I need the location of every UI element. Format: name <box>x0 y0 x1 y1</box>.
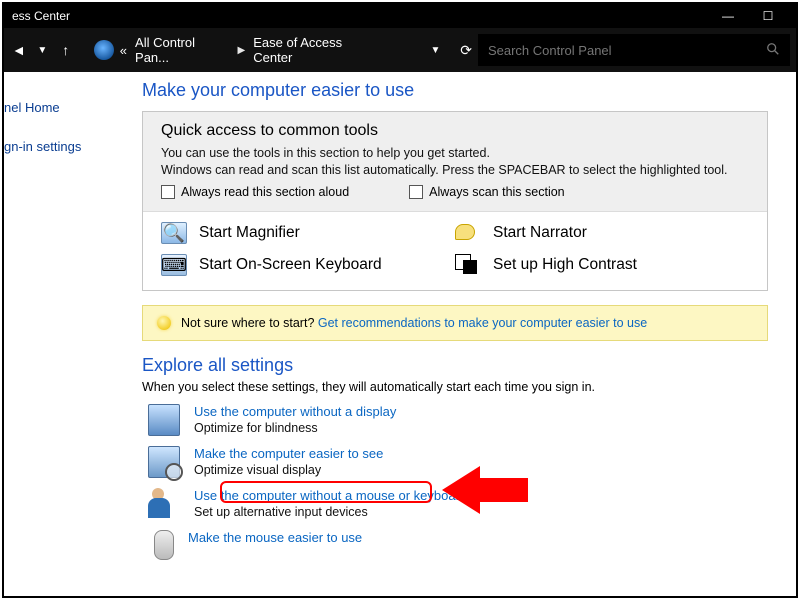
main-content: Make your computer easier to use Quick a… <box>124 72 796 596</box>
checkbox-icon <box>409 185 423 199</box>
search-box[interactable] <box>478 34 790 66</box>
back-button[interactable]: ◄ <box>10 42 28 58</box>
breadcrumb-dropdown-icon[interactable]: ▼ <box>427 45 445 56</box>
quick-access-panel: Quick access to common tools You can use… <box>142 111 768 291</box>
tip-text: Not sure where to start? <box>181 316 318 330</box>
tool-onscreen-keyboard[interactable]: ⌨ Start On-Screen Keyboard <box>161 254 455 276</box>
high-contrast-icon <box>455 254 481 276</box>
keyboard-icon: ⌨ <box>161 254 187 276</box>
monitor-magnify-icon <box>148 446 180 478</box>
tip-bar: Not sure where to start? Get recommendat… <box>142 305 768 341</box>
maximize-button[interactable]: ☐ <box>748 6 788 26</box>
search-input[interactable] <box>488 43 766 58</box>
sidebar-link-signin[interactable]: gn-in settings <box>4 135 124 158</box>
chevron-right-icon: ▶ <box>238 45 246 56</box>
tool-start-narrator[interactable]: Start Narrator <box>455 222 749 244</box>
chevron-down-icon[interactable]: ▼ <box>34 45 52 56</box>
sub-without-display: Optimize for blindness <box>194 421 396 435</box>
refresh-button[interactable]: ⟳ <box>460 42 472 59</box>
option-without-mouse-keyboard: Use the computer without a mouse or keyb… <box>148 488 768 520</box>
option-easier-to-see: Make the computer easier to see Optimize… <box>148 446 768 478</box>
lightbulb-icon <box>157 316 171 330</box>
monitor-icon <box>148 404 180 436</box>
mouse-icon <box>154 530 174 560</box>
breadcrumb-item-2[interactable]: Ease of Access Center <box>253 35 380 65</box>
explore-heading: Explore all settings <box>142 355 768 376</box>
search-icon <box>766 42 780 59</box>
sub-easier-to-see: Optimize visual display <box>194 463 383 477</box>
window-titlebar: ess Center — ☐ <box>4 4 796 28</box>
link-mouse-easier[interactable]: Make the mouse easier to use <box>188 530 362 545</box>
sidebar: nel Home gn-in settings <box>4 72 124 596</box>
link-without-mouse-keyboard[interactable]: Use the computer without a mouse or keyb… <box>194 488 467 503</box>
breadcrumb-item-1[interactable]: All Control Pan... <box>135 35 230 65</box>
checkbox-scan-section[interactable]: Always scan this section <box>409 185 564 199</box>
checkbox-read-aloud[interactable]: Always read this section aloud <box>161 185 349 199</box>
magnifier-icon: 🔍 <box>161 222 187 244</box>
quick-access-line2: Windows can read and scan this list auto… <box>161 163 749 177</box>
tool-high-contrast[interactable]: Set up High Contrast <box>455 254 749 276</box>
quick-access-title: Quick access to common tools <box>161 122 749 140</box>
breadcrumb[interactable]: « All Control Pan... ▶ Ease of Access Ce… <box>120 35 381 65</box>
tool-start-magnifier[interactable]: 🔍 Start Magnifier <box>161 222 455 244</box>
narrator-icon <box>455 222 481 244</box>
link-easier-to-see[interactable]: Make the computer easier to see <box>194 446 383 461</box>
checkbox-icon <box>161 185 175 199</box>
sidebar-link-home[interactable]: nel Home <box>4 96 124 119</box>
sub-without-mouse-keyboard: Set up alternative input devices <box>194 505 467 519</box>
person-icon <box>148 488 180 520</box>
tip-link[interactable]: Get recommendations to make your compute… <box>318 316 647 330</box>
minimize-button[interactable]: — <box>708 6 748 26</box>
breadcrumb-root: « <box>120 43 127 58</box>
explore-description: When you select these settings, they wil… <box>142 380 768 394</box>
quick-access-line1: You can use the tools in this section to… <box>161 146 749 160</box>
up-button[interactable]: ↑ <box>57 42 75 58</box>
window-title: ess Center <box>12 9 708 23</box>
link-without-display[interactable]: Use the computer without a display <box>194 404 396 419</box>
option-without-display: Use the computer without a display Optim… <box>148 404 768 436</box>
page-heading: Make your computer easier to use <box>142 80 768 101</box>
control-panel-icon <box>94 40 113 60</box>
option-mouse-easier: Make the mouse easier to use <box>148 530 768 560</box>
address-bar: ◄ ▼ ↑ « All Control Pan... ▶ Ease of Acc… <box>4 28 796 72</box>
